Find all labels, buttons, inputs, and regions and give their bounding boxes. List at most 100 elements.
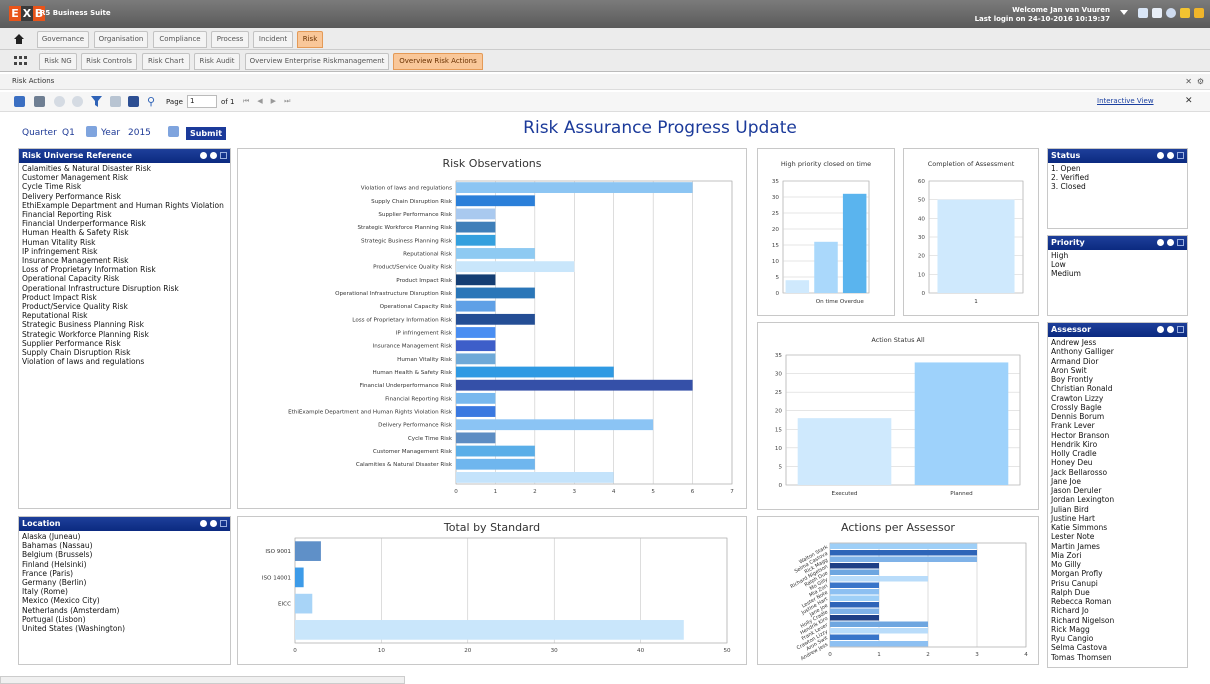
list-item[interactable]: Boy Frontly [1051,375,1184,384]
close-icon[interactable]: ✕ [1185,96,1193,106]
list-item[interactable]: Belgium (Brussels) [22,550,227,559]
tab-overview-enterprise[interactable]: Overview Enterprise Riskmanagement [245,53,389,70]
list-item[interactable]: EthiExample Department and Human Rights … [22,201,227,210]
zoom-icon[interactable]: ⚲ [147,95,155,108]
list-item[interactable]: Finland (Helsinki) [22,560,227,569]
bookmark-icon[interactable] [1194,8,1204,18]
collapse-icon[interactable] [220,520,227,527]
list-item[interactable]: Calamities & Natural Disaster Risk [22,164,227,173]
list-item[interactable]: Product/Service Quality Risk [22,302,227,311]
list-item[interactable]: Cycle Time Risk [22,182,227,191]
pin-icon[interactable] [200,520,207,527]
list-item[interactable]: Mo Gilly [1051,560,1184,569]
list-item[interactable]: Jason Deruler [1051,486,1184,495]
list-item[interactable]: Julian Bird [1051,505,1184,514]
tab-overview-risk-actions[interactable]: Overview Risk Actions [393,53,483,70]
list-item[interactable]: Alaska (Juneau) [22,532,227,541]
list-item[interactable]: High [1051,251,1184,260]
tab-risk-controls[interactable]: Risk Controls [81,53,137,70]
list-item[interactable]: 3. Closed [1051,182,1184,191]
list-item[interactable]: Loss of Proprietary Information Risk [22,265,227,274]
list-item[interactable]: Andrew Jess [1051,338,1184,347]
list-item[interactable]: Low [1051,260,1184,269]
list-item[interactable]: Italy (Rome) [22,587,227,596]
list-item[interactable]: 1. Open [1051,164,1184,173]
home-icon[interactable] [13,33,25,45]
list-item[interactable]: Financial Reporting Risk [22,210,227,219]
tab-governance[interactable]: Governance [37,31,89,48]
favorite-star-icon[interactable] [1180,8,1190,18]
list-item[interactable]: Aron Swit [1051,366,1184,375]
list-item[interactable]: Operational Infrastructure Disruption Ri… [22,284,227,293]
list-item[interactable]: Violation of laws and regulations [22,357,227,366]
list-item[interactable]: Human Health & Safety Risk [22,228,227,237]
find-icon[interactable] [128,96,139,107]
list-item[interactable]: Martin James [1051,542,1184,551]
tab-risk[interactable]: Risk [297,31,323,48]
list-item[interactable]: Selma Castova [1051,643,1184,652]
filter-icon[interactable] [91,96,102,109]
list-item[interactable]: Financial Underperformance Risk [22,219,227,228]
list-item[interactable]: Hendrik Kiro [1051,440,1184,449]
list-item[interactable]: Dennis Borum [1051,412,1184,421]
tab-compliance[interactable]: Compliance [153,31,207,48]
quarter-select[interactable]: Q1 [62,128,75,138]
page-nav-arrows[interactable]: ⏮◀▶⏭ [243,97,298,106]
list-item[interactable]: Crawton Lizzy [1051,394,1184,403]
list-item[interactable]: Reputational Risk [22,311,227,320]
tab-risk-audit[interactable]: Risk Audit [194,53,240,70]
list-item[interactable]: Ralph Due [1051,588,1184,597]
edit-icon[interactable] [210,520,217,527]
list-item[interactable]: Supplier Performance Risk [22,339,227,348]
list-item[interactable]: Mia Zori [1051,551,1184,560]
list-item[interactable]: Delivery Performance Risk [22,192,227,201]
list-item[interactable]: United States (Washington) [22,624,227,633]
list-item[interactable]: Armand Dior [1051,357,1184,366]
list-item[interactable]: Lester Note [1051,532,1184,541]
list-item[interactable]: Germany (Berlin) [22,578,227,587]
list-item[interactable]: Insurance Management Risk [22,256,227,265]
settings-icon[interactable]: ⚙ [1197,77,1204,86]
list-item[interactable]: Hector Branson [1051,431,1184,440]
collapse-icon[interactable] [1177,239,1184,246]
list-item[interactable]: Tomas Thomsen [1051,653,1184,662]
list-item[interactable]: Bahamas (Nassau) [22,541,227,550]
list-item[interactable]: Christian Ronald [1051,384,1184,393]
list-item[interactable]: Justine Hart [1051,514,1184,523]
list-item[interactable]: Rick Magg [1051,625,1184,634]
list-item[interactable]: Holly Cradle [1051,449,1184,458]
tab-risk-ng[interactable]: Risk NG [39,53,77,70]
list-item[interactable]: Morgan Profly [1051,569,1184,578]
list-item[interactable]: Portugal (Lisbon) [22,615,227,624]
pin-icon[interactable] [200,152,207,159]
list-item[interactable]: Human Vitality Risk [22,238,227,247]
tab-organisation[interactable]: Organisation [94,31,148,48]
list-item[interactable]: Strategic Workforce Planning Risk [22,330,227,339]
mail-icon[interactable] [1152,8,1162,18]
pin-icon[interactable] [1157,239,1164,246]
print-icon[interactable] [34,96,45,107]
list-item[interactable]: Frank Lever [1051,421,1184,430]
collapse-icon[interactable] [1177,326,1184,333]
help-icon[interactable] [1166,8,1176,18]
collapse-icon[interactable] [220,152,227,159]
interactive-view-link[interactable]: Interactive View [1097,97,1154,105]
edit-icon[interactable] [1167,152,1174,159]
list-item[interactable]: Customer Management Risk [22,173,227,182]
edit-icon[interactable] [210,152,217,159]
tab-process[interactable]: Process [211,31,249,48]
list-item[interactable]: Crossly Bagle [1051,403,1184,412]
collapse-icon[interactable] [1177,152,1184,159]
list-item[interactable]: Medium [1051,269,1184,278]
tab-incident[interactable]: Incident [253,31,293,48]
edit-icon[interactable] [1167,326,1174,333]
list-item[interactable]: Product Impact Risk [22,293,227,302]
list-item[interactable]: IP infringement Risk [22,247,227,256]
pin-icon[interactable] [1157,152,1164,159]
list-item[interactable]: Mexico (Mexico City) [22,596,227,605]
year-select[interactable]: 2015 [128,128,151,138]
edit-icon[interactable] [1167,239,1174,246]
list-item[interactable]: Richard Jo [1051,606,1184,615]
list-item[interactable]: 2. Verified [1051,173,1184,182]
page-input[interactable]: 1 [187,95,217,108]
